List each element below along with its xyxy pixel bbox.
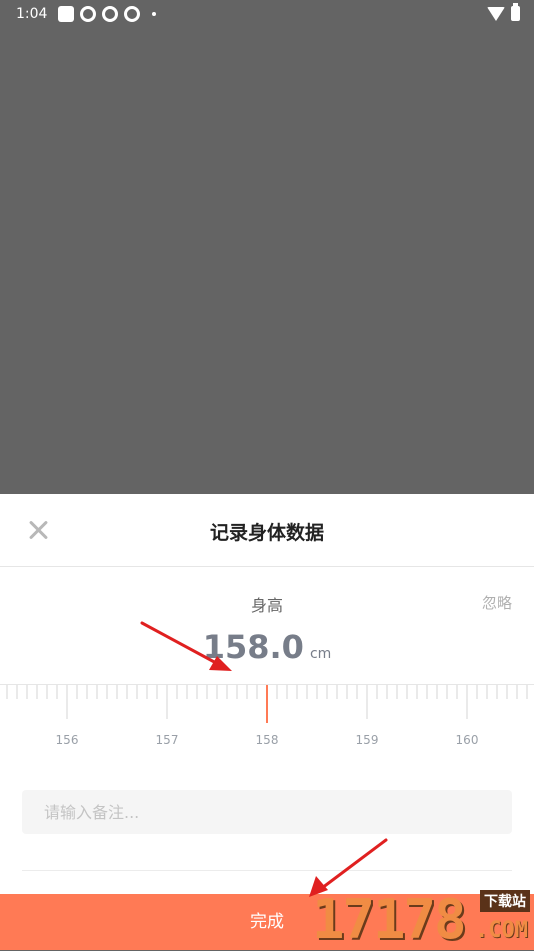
wifi-icon [487, 6, 505, 21]
value-display: 158.0 cm [0, 628, 534, 666]
status-time: 1:04 [16, 6, 48, 22]
watermark-download-label: 下载站 [480, 890, 530, 912]
height-unit: cm [309, 646, 332, 662]
sync-icon [80, 6, 96, 22]
site-watermark: 17178 下载站 .COM [308, 888, 534, 951]
sync-icon [102, 6, 118, 22]
more-notifications-icon [152, 12, 156, 16]
ruler-label: 156 [55, 733, 79, 747]
status-system-icons [487, 3, 520, 21]
body-data-sheet: 记录身体数据 身高 忽略 158.0 cm 156 157 158 159 160… [0, 494, 534, 950]
watermark-number: 17178 [312, 888, 467, 951]
battery-icon [511, 3, 520, 21]
ruler-label: 159 [355, 733, 379, 747]
watermark-domain: .COM [475, 918, 528, 943]
ruler-labels: 156 157 158 159 160 [0, 733, 534, 753]
status-bar: 1:04 [0, 0, 534, 28]
app-notification-icon [58, 6, 74, 22]
height-ruler[interactable]: 156 157 158 159 160 [0, 684, 534, 755]
ruler-ticks[interactable] [0, 685, 534, 729]
note-input[interactable] [22, 790, 512, 834]
metric-label: 身高 [250, 596, 283, 615]
ruler-label: 160 [455, 733, 479, 747]
sheet-title: 记录身体数据 [209, 522, 324, 544]
ruler-label: 157 [155, 733, 179, 747]
sheet-header: 记录身体数据 [0, 494, 534, 567]
height-value: 158.0 [202, 628, 304, 666]
ruler-label: 158 [255, 733, 279, 747]
ignore-button[interactable]: 忽略 [482, 592, 512, 613]
divider [22, 870, 512, 871]
status-notification-icons [58, 6, 156, 22]
sync-icon [124, 6, 140, 22]
